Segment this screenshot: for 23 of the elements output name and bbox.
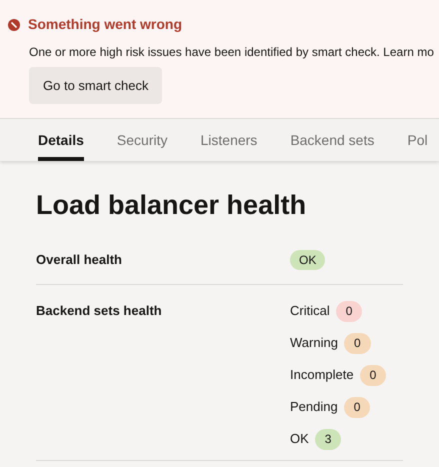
error-icon xyxy=(8,18,20,30)
page-heading: Load balancer health xyxy=(36,189,308,222)
status-label: Incomplete xyxy=(290,366,354,384)
alert-title: Something went wrong xyxy=(28,15,182,34)
field-label: Backend sets health xyxy=(36,302,163,320)
count-badge: 0 xyxy=(336,300,362,322)
status-label: Pending xyxy=(290,398,338,416)
tab[interactable]: Backend sets xyxy=(290,119,374,161)
status-label: Warning xyxy=(290,334,338,352)
count-badge: 3 xyxy=(314,428,342,450)
smart-check-button[interactable]: Go to smart check xyxy=(29,67,162,104)
count-badge: 0 xyxy=(344,332,371,354)
status-badge: OK xyxy=(290,250,326,270)
count-badge: 0 xyxy=(344,396,370,418)
tab[interactable]: Listeners xyxy=(200,119,258,161)
field-label: Overall health xyxy=(36,250,123,268)
tab[interactable]: Pol xyxy=(407,119,428,161)
count-badge: 0 xyxy=(360,364,386,386)
status-label: Critical xyxy=(290,302,330,320)
alert-message: One or more high risk issues have been identified by smart check. Learn mo xyxy=(29,44,435,61)
tab[interactable]: Details xyxy=(38,119,84,161)
tab[interactable]: Security xyxy=(116,119,168,161)
status-label: OK xyxy=(290,430,309,448)
